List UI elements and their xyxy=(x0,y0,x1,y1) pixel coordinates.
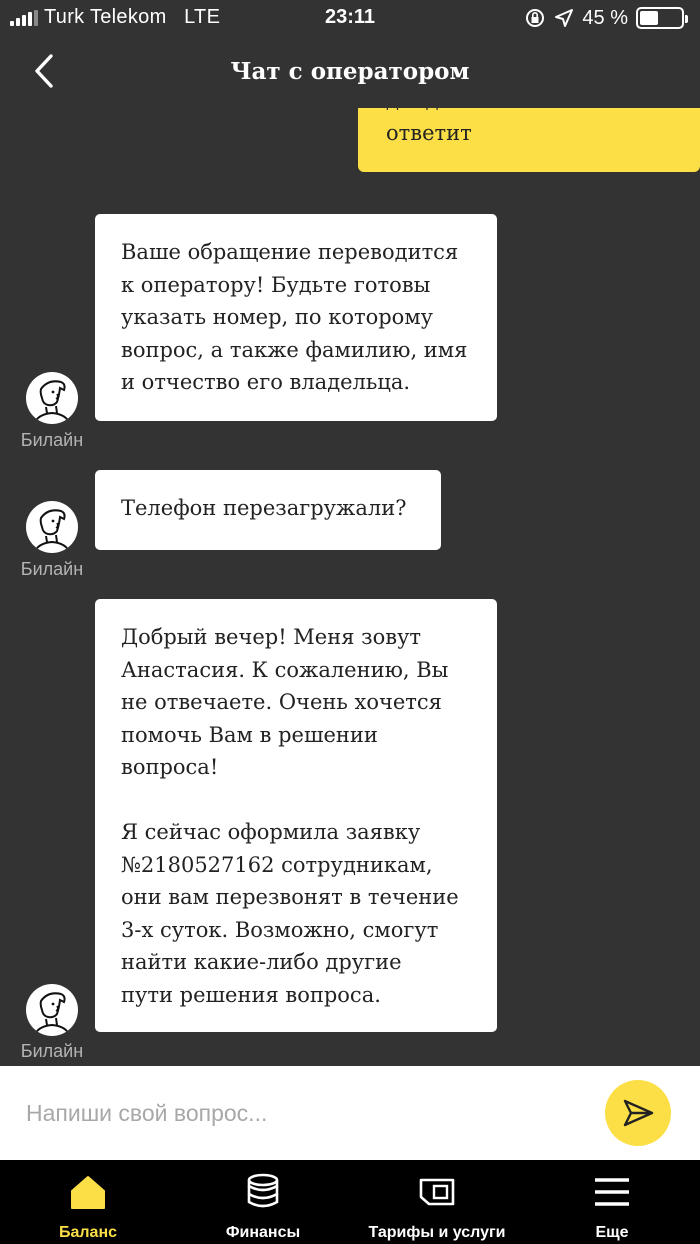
send-button[interactable] xyxy=(605,1080,671,1146)
bot-message: Ваше обращение переводится к оператору! … xyxy=(95,214,497,421)
bot-message: Телефон перезагружали? xyxy=(95,470,441,550)
message-line: дойдет и кто мне xyxy=(386,108,700,117)
message-text: Телефон перезагружали? xyxy=(121,496,407,520)
tab-bar: Баланс Финансы Тарифы и услуги Еще xyxy=(0,1160,700,1244)
tab-tariffs[interactable]: Тарифы и услуги xyxy=(357,1160,517,1244)
message-composer xyxy=(0,1066,700,1160)
chat-area[interactable]: дойдет и кто мне ответит Ваше обращение … xyxy=(0,108,700,1066)
message-text: Ваше обращение переводится к оператору! … xyxy=(121,240,468,394)
tab-label: Баланс xyxy=(58,1224,118,1241)
sender-name: Билайн xyxy=(20,430,84,450)
beeline-avatar xyxy=(26,984,78,1036)
menu-icon xyxy=(595,1178,629,1206)
tab-label: Еще xyxy=(595,1224,629,1241)
tab-finance[interactable]: Финансы xyxy=(198,1160,328,1244)
home-icon xyxy=(71,1176,105,1209)
rotation-lock-icon xyxy=(526,9,545,27)
sender-name: Билайн xyxy=(20,559,84,579)
status-right: 45 % xyxy=(524,6,688,30)
battery-percent: 45 % xyxy=(582,6,628,29)
coins-icon xyxy=(247,1173,279,1208)
message-line: ответит xyxy=(386,120,472,145)
bot-message: Добрый вечер! Меня зовут Анастасия. К со… xyxy=(95,599,497,1032)
chat-header: Чат с оператором xyxy=(0,36,700,108)
message-input[interactable] xyxy=(26,1094,586,1132)
page-title: Чат с оператором xyxy=(230,58,470,85)
avatar-face-icon xyxy=(33,380,71,424)
tab-balance[interactable]: Баланс xyxy=(28,1160,148,1244)
avatar-face-icon xyxy=(33,992,71,1036)
status-bar: Turk Telekom LTE 23:11 45 % xyxy=(0,0,700,36)
beeline-avatar xyxy=(26,501,78,553)
message-text: Добрый вечер! Меня зовут Анастасия. К со… xyxy=(121,625,459,1007)
sender-name: Билайн xyxy=(20,1041,84,1061)
send-arrow-icon xyxy=(623,1099,654,1127)
location-icon xyxy=(555,9,574,27)
tab-label: Тарифы и услуги xyxy=(368,1224,506,1241)
avatar-face-icon xyxy=(33,509,71,553)
tab-label: Финансы xyxy=(225,1224,301,1241)
beeline-avatar xyxy=(26,372,78,424)
tab-more[interactable]: Еще xyxy=(572,1160,652,1244)
user-message: дойдет и кто мне ответит xyxy=(358,108,700,172)
battery-level xyxy=(640,11,658,25)
sim-card-icon xyxy=(419,1178,455,1206)
battery-icon xyxy=(636,7,688,29)
